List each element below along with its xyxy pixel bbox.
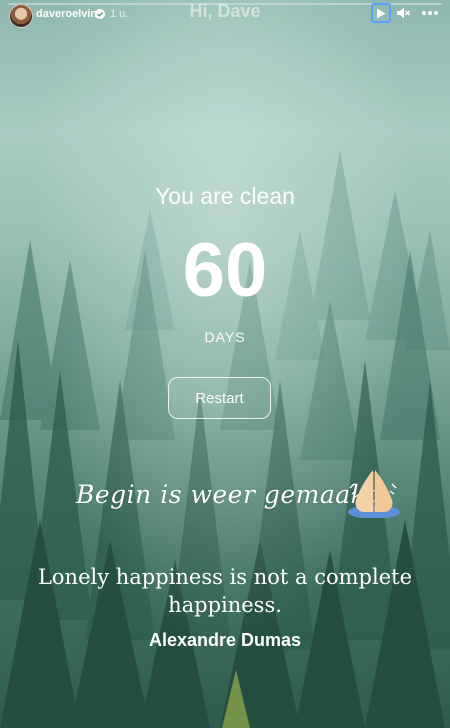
story-frame: daveroelvink 1 u. Hi, Dave You are clean… [0, 0, 450, 728]
clean-headline: You are clean [155, 183, 295, 209]
play-icon [377, 8, 386, 18]
mute-icon[interactable] [397, 7, 410, 19]
script-caption: Begin is weer gemaakt [76, 480, 377, 509]
days-unit-label: DAYS [204, 329, 246, 345]
more-icon[interactable] [420, 5, 440, 21]
days-count: 60 [182, 228, 268, 313]
quote-author: Alexandre Dumas [148, 630, 302, 650]
folded-hands-icon [348, 470, 400, 518]
story-header: daveroelvink 1 u. Hi, Dave [0, 0, 450, 28]
play-button[interactable] [371, 3, 391, 23]
quote-text: Lonely happiness is not a complete happi… [37, 565, 413, 617]
restart-button[interactable]: Restart [168, 377, 271, 419]
